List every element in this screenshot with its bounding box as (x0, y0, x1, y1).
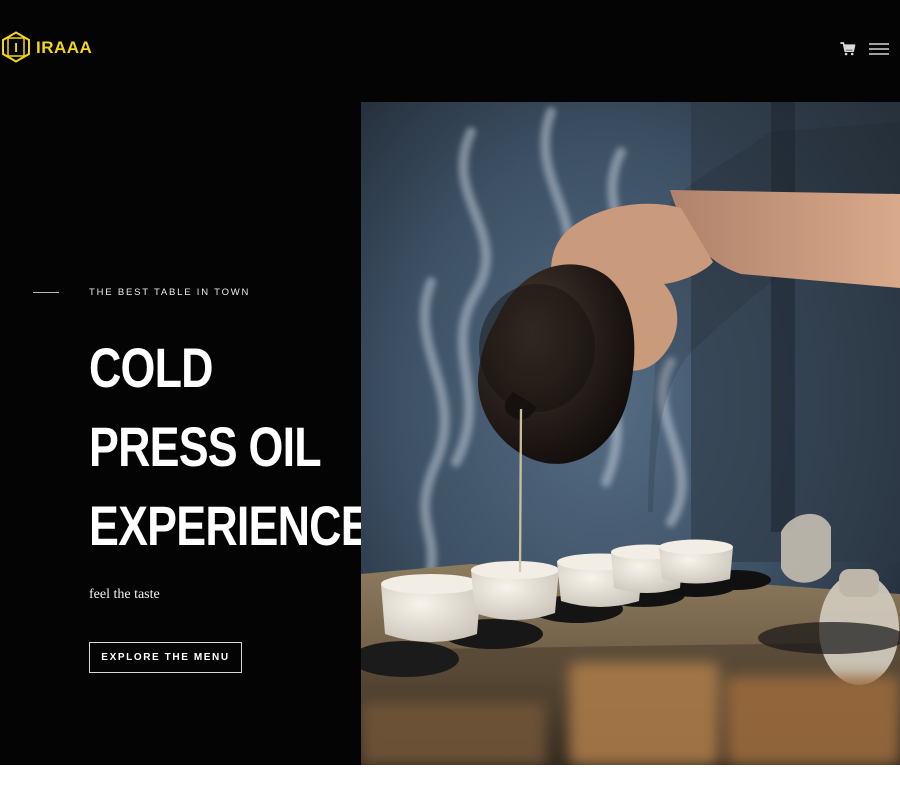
hexagon-logo-icon: I (1, 31, 30, 63)
explore-menu-button[interactable]: EXPLORE THE MENU (89, 642, 242, 673)
page: I IRAAA THE BEST TABLE IN TOWN COLD PRES… (0, 0, 900, 800)
hero-title-line-3: EXPERIENCE (89, 494, 371, 557)
eyebrow-divider (33, 292, 59, 293)
brand-logo[interactable]: I IRAAA (0, 31, 92, 63)
hero-section: I IRAAA THE BEST TABLE IN TOWN COLD PRES… (0, 0, 900, 765)
tea-pouring-photo (361, 102, 900, 765)
page-bottom-strip (0, 765, 900, 800)
hamburger-menu-icon[interactable] (868, 41, 890, 57)
hero-title: COLD PRESS OIL EXPERIENCE (89, 328, 371, 565)
brand-name: IRAAA (36, 37, 93, 57)
logo-icon-letter: I (14, 40, 18, 55)
cart-icon[interactable] (840, 41, 856, 57)
hero-title-line-2: PRESS OIL (89, 415, 322, 478)
hero-tagline: feel the taste (89, 587, 160, 602)
hero-eyebrow: THE BEST TABLE IN TOWN (89, 287, 251, 298)
hero-title-line-1: COLD (89, 336, 214, 399)
